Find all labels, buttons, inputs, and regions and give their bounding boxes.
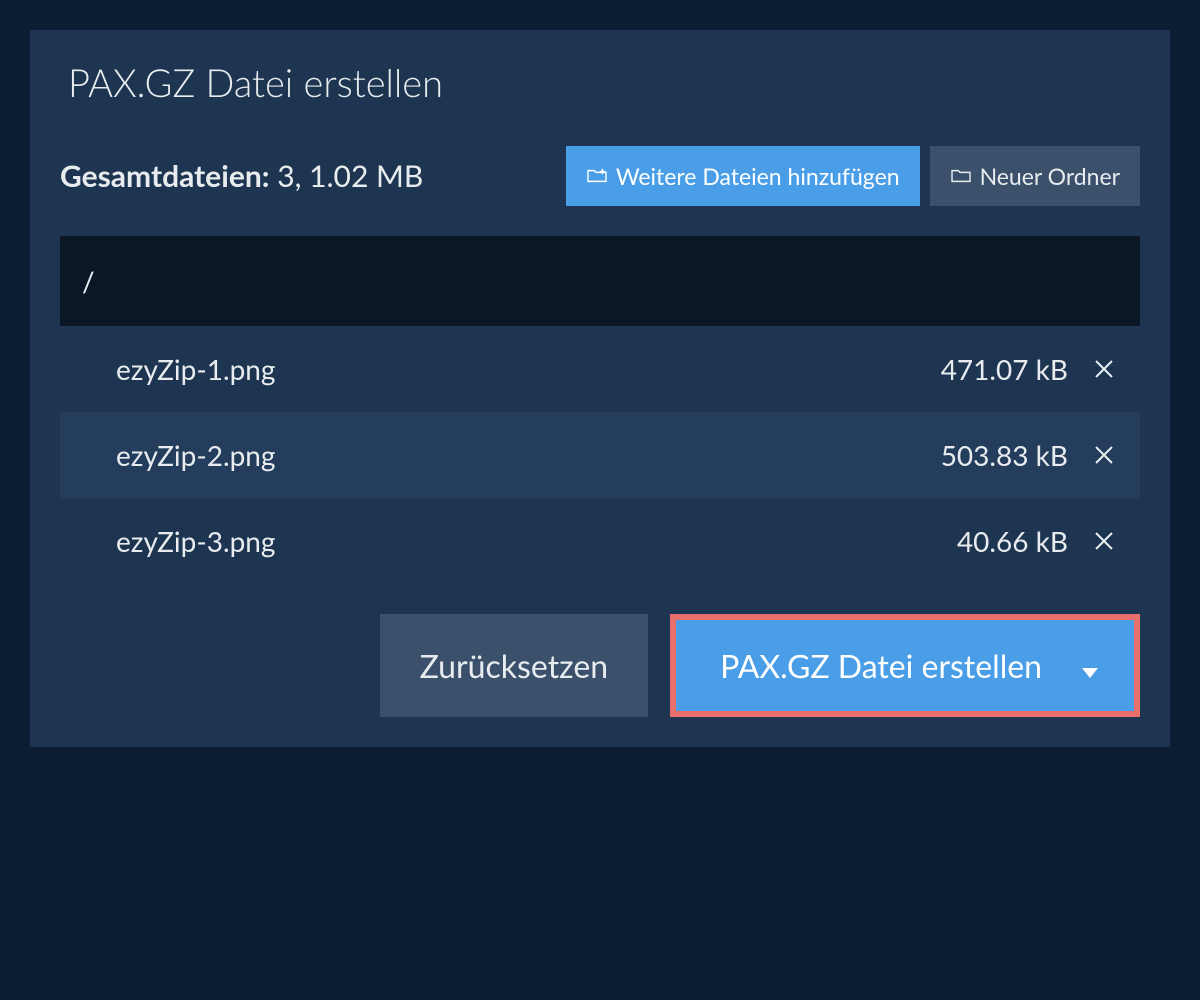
file-row: ezyZip-3.png 40.66 kB <box>60 498 1140 584</box>
remove-file-button[interactable] <box>1092 443 1116 467</box>
summary-value: 3, 1.02 MB <box>277 158 423 194</box>
add-files-button[interactable]: Weitere Dateien hinzufügen <box>566 146 920 206</box>
current-path[interactable]: / <box>60 236 1140 326</box>
summary-label: Gesamtdateien: <box>60 158 270 194</box>
path-text: / <box>82 264 95 298</box>
remove-file-button[interactable] <box>1092 529 1116 553</box>
add-files-label: Weitere Dateien hinzufügen <box>616 162 900 190</box>
file-list: / ezyZip-1.png 471.07 kB ezyZip-2.png 50… <box>60 236 1140 584</box>
reset-label: Zurücksetzen <box>420 646 608 685</box>
toolbar-buttons: Weitere Dateien hinzufügen Neuer Ordner <box>566 146 1140 206</box>
file-size: 471.07 kB <box>941 352 1068 386</box>
file-row: ezyZip-1.png 471.07 kB <box>60 326 1140 412</box>
file-size: 40.66 kB <box>957 524 1068 558</box>
file-size: 503.83 kB <box>941 438 1068 472</box>
create-button-highlight: PAX.GZ Datei erstellen <box>670 614 1140 717</box>
new-folder-button[interactable]: Neuer Ordner <box>930 146 1140 206</box>
create-label: PAX.GZ Datei erstellen <box>720 646 1042 685</box>
tab-create-paxgz[interactable]: PAX.GZ Datei erstellen <box>30 30 481 136</box>
file-name: ezyZip-3.png <box>116 524 275 558</box>
remove-file-button[interactable] <box>1092 357 1116 381</box>
panel-content: Gesamtdateien: 3, 1.02 MB Weitere Dateie… <box>30 136 1170 747</box>
folder-plus-icon <box>586 167 608 185</box>
footer-actions: Zurücksetzen PAX.GZ Datei erstellen <box>60 614 1140 717</box>
file-row: ezyZip-2.png 503.83 kB <box>60 412 1140 498</box>
caret-down-icon <box>1082 646 1098 685</box>
tab-title: PAX.GZ Datei erstellen <box>68 60 443 106</box>
new-folder-label: Neuer Ordner <box>980 162 1120 190</box>
main-panel: PAX.GZ Datei erstellen Gesamtdateien: 3,… <box>30 30 1170 747</box>
file-summary: Gesamtdateien: 3, 1.02 MB <box>60 158 423 194</box>
folder-icon <box>950 167 972 185</box>
reset-button[interactable]: Zurücksetzen <box>380 614 648 717</box>
toolbar: Gesamtdateien: 3, 1.02 MB Weitere Dateie… <box>60 146 1140 206</box>
file-name: ezyZip-1.png <box>116 352 275 386</box>
file-name: ezyZip-2.png <box>116 438 275 472</box>
create-paxgz-button[interactable]: PAX.GZ Datei erstellen <box>676 620 1134 711</box>
